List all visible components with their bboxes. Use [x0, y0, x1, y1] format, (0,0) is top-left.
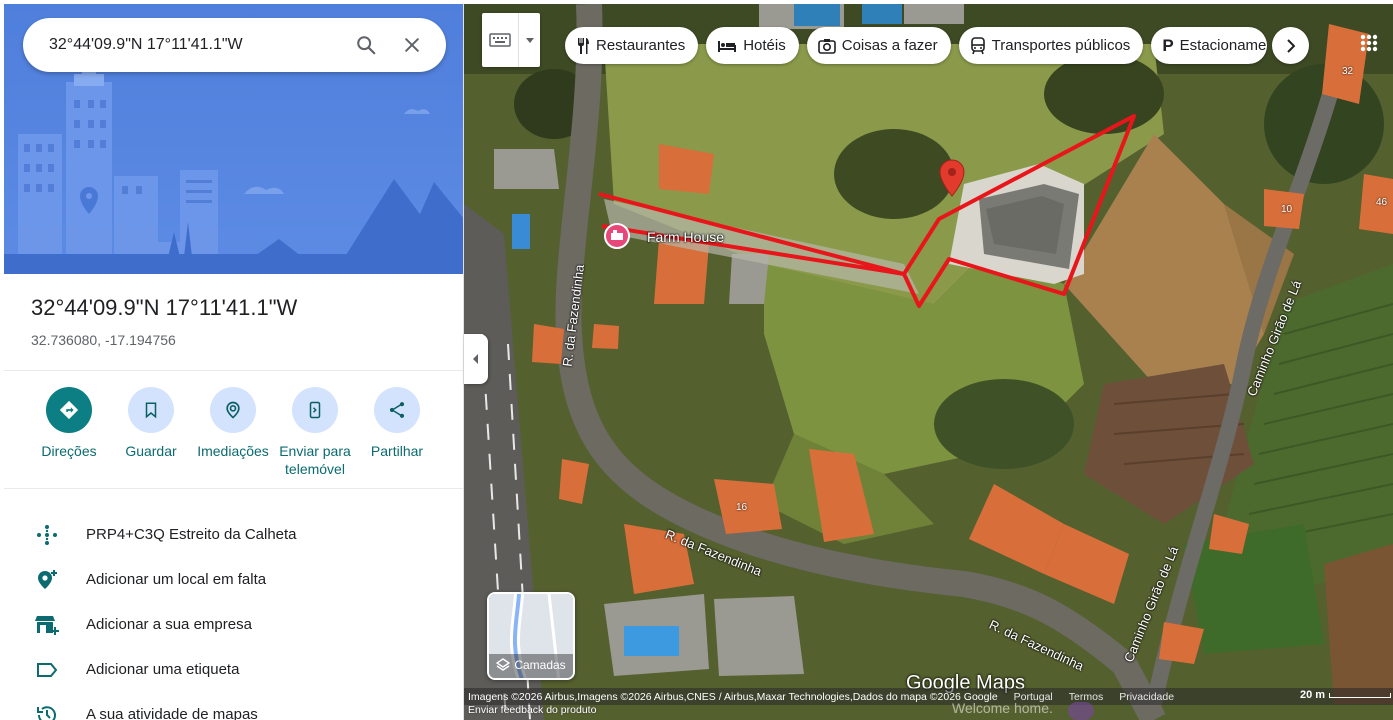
chevron-left-icon [473, 354, 478, 364]
add-place-row[interactable]: Adicionar um local em falta [4, 557, 463, 602]
chip-label: Estacionamento [1179, 37, 1268, 54]
terms-link[interactable]: Termos [1069, 691, 1103, 703]
send-to-phone-icon [309, 401, 321, 419]
place-panel: 32°44'09.9"N 17°11'41.1"W 32.736080, -17… [4, 4, 464, 720]
chip-label: Hotéis [743, 37, 786, 54]
restaurant-icon [576, 37, 590, 55]
chip-label: Coisas a fazer [841, 37, 938, 54]
save-button[interactable]: Guardar [110, 387, 192, 478]
plus-code-text: PRP4+C3Q Estreito da Calheta [86, 526, 297, 543]
search-button[interactable] [346, 25, 386, 65]
maps-activity-row[interactable]: A sua atividade de mapas [4, 692, 463, 720]
google-apps-button[interactable] [1352, 26, 1386, 60]
scale-label: 20 m [1300, 689, 1326, 701]
chip-label: Transportes públicos [991, 37, 1131, 54]
house-number: 16 [736, 502, 748, 513]
send-to-phone-circle [292, 387, 338, 433]
scale-line [1329, 692, 1392, 698]
add-label-row[interactable]: Adicionar uma etiqueta [4, 647, 463, 692]
directions-icon [59, 400, 79, 420]
nearby-icon [226, 401, 240, 419]
directions-circle [46, 387, 92, 433]
action-bar: Direções Guardar Imediações Enviar para … [28, 387, 448, 478]
chip-parking[interactable]: P Estacionamento [1151, 27, 1268, 64]
house-number: 46 [1376, 197, 1388, 208]
share-button[interactable]: Partilhar [356, 387, 438, 478]
apps-grid-icon [1360, 34, 1378, 52]
close-icon [405, 38, 419, 52]
chip-restaurants[interactable]: Restaurantes [565, 27, 699, 64]
nearby-button[interactable]: Imediações [192, 387, 274, 478]
farm-house-marker [604, 223, 630, 249]
hotel-icon [717, 39, 737, 53]
satellite-map[interactable]: Farm House R. da Fazendinha R. da Fazend… [464, 4, 1393, 720]
camera-icon [817, 38, 836, 54]
keyboard-icon [482, 33, 518, 47]
send-to-phone-button[interactable]: Enviar para telemóvel [274, 387, 356, 478]
privacy-link[interactable]: Privacidade [1119, 691, 1174, 703]
action-label: Direções [41, 443, 97, 459]
action-label: Enviar para telemóvel [279, 443, 351, 477]
search-icon [357, 36, 376, 55]
chip-hotels[interactable]: Hotéis [706, 27, 799, 64]
action-label: Guardar [125, 443, 177, 459]
satellite-imagery [464, 4, 1393, 720]
plus-code-row[interactable]: PRP4+C3Q Estreito da Calheta [4, 512, 463, 557]
share-icon [389, 402, 405, 418]
attribution-bar: Imagens ©2026 Airbus,Imagens ©2026 Airbu… [464, 688, 1393, 705]
farm-house-label[interactable]: Farm House [647, 229, 724, 245]
action-label: Partilhar [370, 443, 424, 459]
category-chips: Restaurantes Hotéis Coisas a fazer Trans… [565, 27, 1275, 64]
chip-transit[interactable]: Transportes públicos [958, 27, 1144, 64]
chip-label: Restaurantes [596, 37, 686, 54]
info-list: PRP4+C3Q Estreito da Calheta Adicionar u… [4, 512, 463, 720]
divider [4, 488, 463, 489]
layers-icon [496, 658, 511, 671]
add-business-text: Adicionar a sua empresa [86, 616, 252, 633]
input-tools-button[interactable] [482, 13, 540, 67]
add-business-icon [32, 610, 62, 640]
place-title: 32°44'09.9"N 17°11'41.1"W [31, 295, 298, 320]
search-box [23, 18, 446, 72]
parking-icon: P [1162, 35, 1174, 55]
nearby-circle [210, 387, 256, 433]
layers-label: Camadas [514, 658, 566, 672]
chips-scroll-right-button[interactable] [1272, 27, 1309, 64]
add-place-icon [32, 565, 62, 595]
collapse-panel-button[interactable] [464, 334, 488, 384]
save-circle [128, 387, 174, 433]
label-icon [32, 655, 62, 685]
input-tools-dropdown[interactable] [519, 37, 540, 43]
transit-icon [970, 36, 986, 55]
layers-button[interactable]: Camadas [487, 592, 575, 680]
bookmark-icon [145, 402, 157, 419]
scale-bar[interactable]: 20 m [1300, 689, 1392, 701]
directions-button[interactable]: Direções [28, 387, 110, 478]
maps-activity-text: A sua atividade de mapas [86, 706, 258, 720]
chip-things-to-do[interactable]: Coisas a fazer [806, 27, 951, 64]
add-place-text: Adicionar um local em falta [86, 571, 267, 588]
attribution-text: Imagens ©2026 Airbus,Imagens ©2026 Airbu… [468, 690, 998, 703]
history-icon [32, 700, 62, 720]
add-label-text: Adicionar uma etiqueta [86, 661, 240, 678]
welcome-badge [1068, 702, 1094, 720]
clear-search-button[interactable] [392, 25, 432, 65]
share-circle [374, 387, 420, 433]
house-number: 10 [1281, 204, 1293, 215]
plus-code-icon [32, 520, 62, 550]
send-feedback-link[interactable]: Enviar feedback do produto [468, 704, 596, 716]
action-label: Imediações [197, 443, 269, 459]
divider [4, 370, 463, 371]
layers-label-row: Camadas [489, 658, 573, 672]
place-decimal-coordinates: 32.736080, -17.194756 [31, 332, 176, 348]
house-number: 32 [1342, 66, 1354, 77]
add-business-row[interactable]: Adicionar a sua empresa [4, 602, 463, 647]
welcome-text: Welcome home. [952, 700, 1053, 716]
chevron-right-icon [1287, 38, 1295, 53]
search-input[interactable] [49, 36, 340, 54]
chevron-down-icon [525, 37, 534, 43]
